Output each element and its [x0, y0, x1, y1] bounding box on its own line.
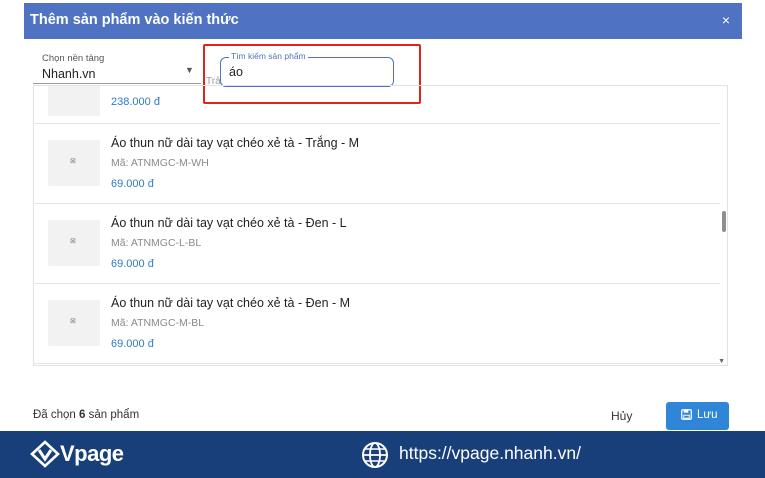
- screen: Thêm sản phẩm vào kiến thức × Chọn nền t…: [0, 0, 765, 478]
- product-name: Áo thun nữ dài tay vạt chéo xẻ tà - Trắn…: [111, 136, 360, 150]
- product-list[interactable]: ▲ 238.000 đ ⊠ Áo thun nữ dài tay vạt ché…: [33, 85, 728, 366]
- image-placeholder-icon: ⊠: [70, 158, 76, 165]
- product-name: Áo thun nữ dài tay vạt chéo xẻ tà - Đen …: [111, 216, 347, 230]
- product-row[interactable]: 238.000 đ: [34, 86, 720, 124]
- product-price: 238.000 đ: [111, 96, 160, 108]
- product-price: 69.000 đ: [111, 178, 154, 190]
- product-thumbnail: ⊠: [48, 300, 100, 346]
- image-placeholder-icon: ⊠: [70, 318, 76, 325]
- product-thumbnail: ⊠: [48, 140, 100, 186]
- floppy-disk-icon: [681, 409, 692, 420]
- selected-prefix: Đã chọn: [33, 409, 76, 421]
- platform-select-label: Chọn nền tảng: [42, 53, 105, 64]
- website-url[interactable]: https://vpage.nhanh.vn/: [399, 443, 581, 464]
- scroll-down-icon[interactable]: ▼: [718, 358, 725, 365]
- product-code: Mã: ATNMGC-L-BL: [111, 237, 202, 249]
- product-row[interactable]: ⊠ Áo thun nữ dài tay vạt chéo xẻ tà - Đe…: [34, 284, 720, 364]
- product-code: Mã: ATNMGC-M-WH: [111, 157, 209, 169]
- product-row[interactable]: ⊠ Áo thun nữ dài tay vạt chéo xẻ tà - Đe…: [34, 204, 720, 284]
- search-field-label: Tìm kiếm sản phẩm: [229, 51, 308, 62]
- platform-select[interactable]: Chọn nền tảng Nhanh.vn ▼: [33, 48, 201, 84]
- brand-bar: Vpage https://vpage.nhanh.vn/: [0, 431, 765, 478]
- close-icon[interactable]: ×: [722, 12, 730, 28]
- product-code: Mã: ATNMGC-M-BL: [111, 317, 205, 329]
- product-thumbnail: ⊠: [48, 220, 100, 266]
- vpage-logo-icon: [30, 440, 60, 468]
- globe-icon: [362, 442, 388, 468]
- search-field[interactable]: Tìm kiếm sản phẩm: [220, 51, 394, 87]
- scrollbar-thumb[interactable]: [722, 211, 726, 232]
- product-name: Áo thun nữ dài tay vạt chéo xẻ tà - Đen …: [111, 296, 351, 310]
- brand-logo-text: Vpage: [60, 441, 124, 466]
- product-thumbnail: [48, 86, 100, 116]
- modal-title: Thêm sản phẩm vào kiến thức: [30, 12, 239, 28]
- save-button[interactable]: Lưu: [666, 402, 729, 430]
- product-price: 69.000 đ: [111, 258, 154, 270]
- caret-down-icon[interactable]: ▼: [185, 65, 194, 75]
- search-input[interactable]: [229, 65, 379, 79]
- modal-header: Thêm sản phẩm vào kiến thức ×: [24, 3, 742, 39]
- product-row[interactable]: ⊠ Áo thun nữ dài tay vạt chéo xẻ tà - Tr…: [34, 124, 720, 204]
- selected-suffix: sản phẩm: [88, 409, 140, 421]
- image-placeholder-icon: ⊠: [70, 238, 76, 245]
- product-price: 69.000 đ: [111, 338, 154, 350]
- selected-count: Đã chọn 6 sản phẩm: [33, 409, 139, 421]
- save-button-label: Lưu: [697, 409, 718, 421]
- platform-select-value: Nhanh.vn: [42, 67, 96, 81]
- selected-number: 6: [79, 409, 86, 421]
- cancel-button[interactable]: Hủy: [611, 409, 632, 423]
